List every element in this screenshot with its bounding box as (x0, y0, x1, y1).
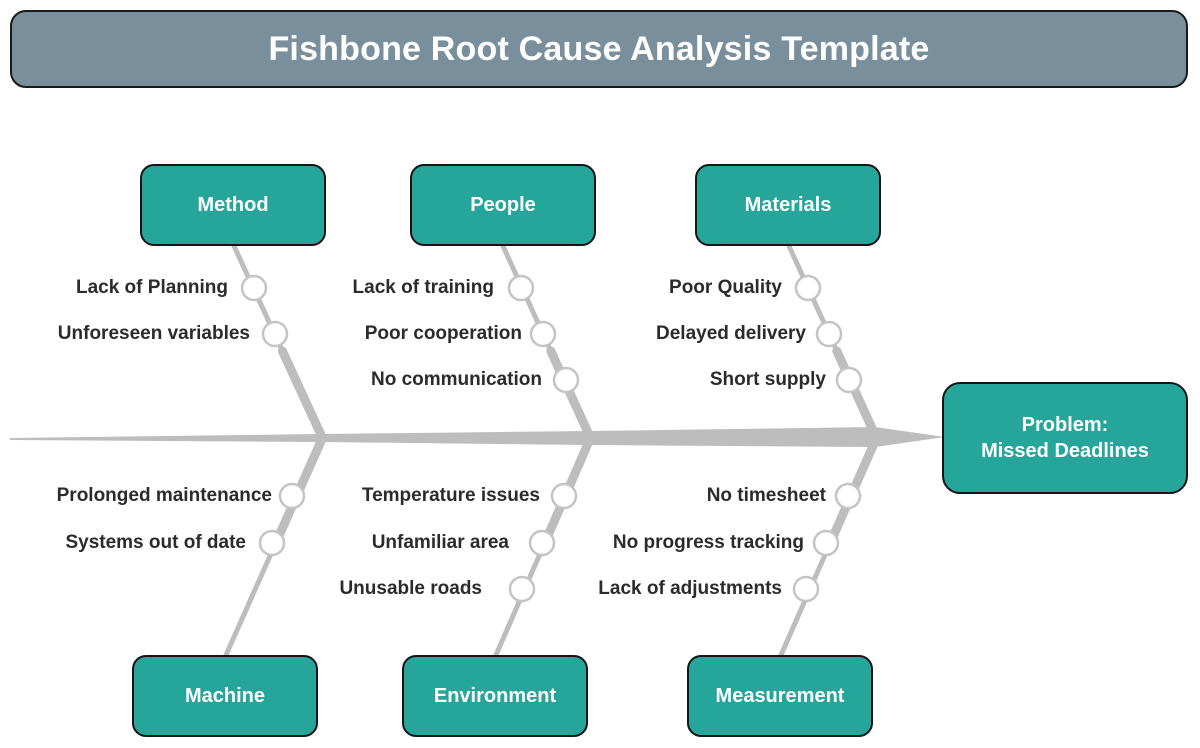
category-method[interactable]: Method (140, 164, 326, 246)
problem-line-2: Missed Deadlines (981, 440, 1149, 462)
cause-label: Lack of training (352, 277, 494, 298)
cause-label: No communication (370, 369, 542, 390)
cause-node (529, 320, 557, 348)
cause-label: Lack of Planning (75, 277, 228, 298)
cause-label: Short supply (709, 369, 826, 390)
cause-label: Lack of adjustments (598, 578, 782, 599)
category-label: Machine (184, 684, 266, 707)
cause-label: Poor cooperation (364, 323, 522, 344)
cause-label: No timesheet (706, 485, 826, 506)
cause-node (261, 320, 289, 348)
cause-node (552, 366, 580, 394)
branch-thick-materials (832, 346, 881, 442)
cause-label: No progress tracking (612, 532, 804, 553)
category-label: Measurement (715, 684, 845, 707)
branch-thick-method (277, 346, 327, 442)
category-measurement[interactable]: Measurement (687, 655, 873, 737)
cause-node (258, 529, 286, 557)
cause-label: Delayed delivery (656, 323, 806, 344)
cause-node (835, 366, 863, 394)
branch-thick-people (546, 346, 595, 442)
cause-node (794, 274, 822, 302)
category-people[interactable]: People (410, 164, 596, 246)
cause-label: Unusable roads (339, 578, 482, 599)
category-label: Environment (433, 684, 557, 707)
cause-label: Poor Quality (669, 277, 782, 298)
cause-label: Systems out of date (65, 532, 246, 553)
cause-node (792, 575, 820, 603)
category-label: Materials (744, 193, 832, 216)
category-machine[interactable]: Machine (132, 655, 318, 737)
category-label: Method (197, 193, 269, 216)
cause-node (550, 482, 578, 510)
category-materials[interactable]: Materials (695, 164, 881, 246)
problem-line-1: Problem: (1021, 414, 1109, 436)
spine (10, 427, 945, 447)
cause-node (834, 482, 862, 510)
fishbone-diagram (10, 243, 945, 658)
category-label: People (470, 193, 536, 216)
cause-node (507, 274, 535, 302)
cause-node (278, 482, 306, 510)
cause-label: Unfamiliar area (371, 532, 509, 553)
cause-label: Prolonged maintenance (56, 485, 272, 506)
cause-node (812, 529, 840, 557)
cause-label: Temperature issues (361, 485, 540, 506)
cause-node (528, 529, 556, 557)
cause-label: Unforeseen variables (57, 323, 250, 344)
cause-node (815, 320, 843, 348)
problem-box[interactable]: Problem: Missed Deadlines (942, 382, 1188, 494)
cause-node (240, 274, 268, 302)
category-environment[interactable]: Environment (402, 655, 588, 737)
cause-node (508, 575, 536, 603)
